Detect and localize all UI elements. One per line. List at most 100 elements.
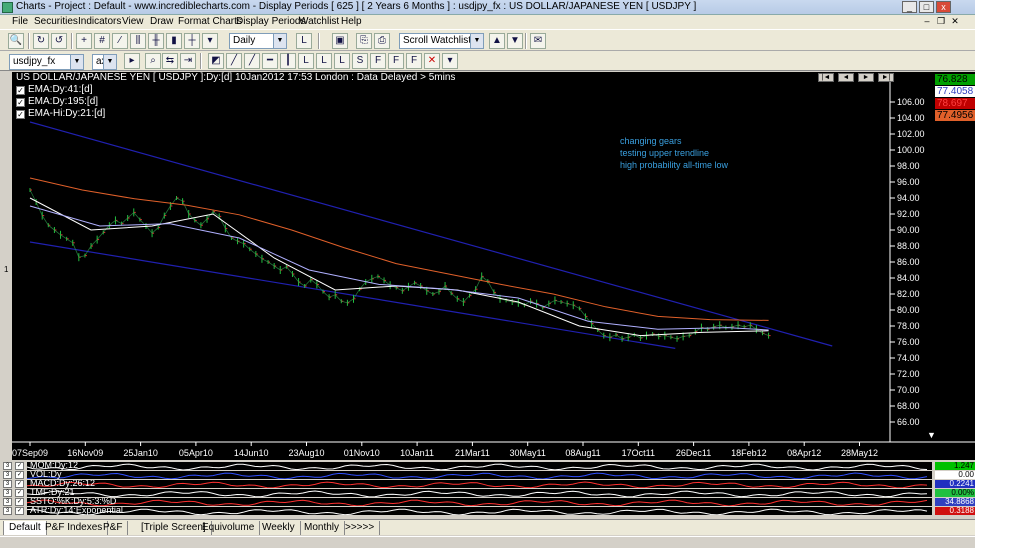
indicator-panel[interactable]: VOL:Dy bbox=[27, 471, 932, 479]
log-scale-icon[interactable]: L bbox=[296, 33, 312, 49]
crosshair-icon[interactable]: + bbox=[76, 33, 92, 49]
menu-help[interactable]: Help bbox=[341, 16, 362, 27]
indicator-row[interactable]: 3 ✓ TMF:Dy:21 0.00% bbox=[0, 489, 975, 497]
delete-drawing-icon[interactable]: ✕ bbox=[424, 53, 440, 69]
legend-ema-hi-21[interactable]: ✓ EMA-Hi:Dy:21:[d] bbox=[16, 108, 105, 119]
print-icon[interactable]: ⎙ bbox=[374, 33, 390, 49]
indicator-panel[interactable]: SSTO:%K:Dy:5:3:%D bbox=[27, 498, 932, 506]
series-line-3 bbox=[29, 177, 769, 321]
more-chart-types-icon[interactable]: ▾ bbox=[202, 33, 218, 49]
maximize-button[interactable]: □ bbox=[919, 1, 934, 13]
line-chart-icon[interactable]: ⁄ bbox=[112, 33, 128, 49]
tab-weekly[interactable]: Weekly bbox=[257, 521, 301, 535]
menu-display-periods[interactable]: Display Periods bbox=[236, 16, 305, 27]
indicator-toggle-icon[interactable]: 3 bbox=[3, 480, 12, 488]
indicator-toggle-icon[interactable]: 3 bbox=[3, 462, 12, 470]
page-icon[interactable]: ▣ bbox=[332, 33, 348, 49]
ohlc-chart-icon[interactable]: ╫ bbox=[148, 33, 164, 49]
regression-channel-icon[interactable]: L bbox=[334, 53, 350, 69]
indicator-toggle-icon[interactable]: 3 bbox=[3, 507, 12, 515]
horizontal-line-icon[interactable]: ━ bbox=[262, 53, 278, 69]
indicator-toggle-icon[interactable]: 3 bbox=[3, 489, 12, 497]
export-icon[interactable]: ⎘ bbox=[356, 33, 372, 49]
tab-equivolume[interactable]: Equivolume bbox=[197, 521, 261, 535]
symbol-input[interactable]: usdjpy_fx ▼ bbox=[9, 54, 84, 70]
exchange-select[interactable]: ax ▼ bbox=[92, 54, 117, 70]
checkbox-icon[interactable]: ✓ bbox=[16, 110, 25, 119]
mdi-close-icon[interactable]: ✕ bbox=[950, 17, 960, 27]
scroll-icon[interactable]: ⇆ bbox=[162, 53, 178, 69]
indicator-panel[interactable]: MOM:Dy:12 bbox=[27, 462, 932, 470]
indicator-toggle-icon[interactable]: 3 bbox=[3, 471, 12, 479]
indicator-panel[interactable]: ATR:Dy:14:Exponential bbox=[27, 507, 932, 515]
fibonacci-arcs-icon[interactable]: F bbox=[406, 53, 422, 69]
indicator-row[interactable]: 3 ✓ VOL:Dy 0.00 bbox=[0, 471, 975, 479]
binoculars-icon[interactable]: ⌕ bbox=[145, 53, 161, 69]
minimize-button[interactable]: _ bbox=[902, 1, 917, 13]
nav-last-button[interactable]: ►| bbox=[878, 73, 894, 82]
legend-ema-195[interactable]: ✓ EMA:Dy:195:[d] bbox=[16, 96, 98, 107]
select-tool-icon[interactable]: ◩ bbox=[208, 53, 224, 69]
mdi-minimize-icon[interactable]: – bbox=[922, 17, 932, 27]
speed-lines-icon[interactable]: S bbox=[352, 53, 368, 69]
arrow-up-icon[interactable]: ▲ bbox=[489, 33, 505, 49]
indicator-row[interactable]: 3 ✓ ATR:Dy:14:Exponential 0.3188 bbox=[0, 507, 975, 515]
nav-first-button[interactable]: |◄ bbox=[818, 73, 834, 82]
indicator-row[interactable]: 3 ✓ MACD:Dy:26:12 0.2241 bbox=[0, 480, 975, 488]
tab-monthly[interactable]: Monthly bbox=[299, 521, 346, 535]
checkbox-icon[interactable]: ✓ bbox=[16, 86, 25, 95]
mail-icon[interactable]: ✉ bbox=[530, 33, 546, 49]
tab-p-f[interactable]: P&F bbox=[98, 521, 129, 535]
nav-next-button[interactable]: ► bbox=[858, 73, 874, 82]
menu-view[interactable]: View bbox=[122, 16, 144, 27]
reload-icon[interactable]: ↺ bbox=[51, 33, 67, 49]
legend-ema-41[interactable]: ✓ EMA:Dy:41:[d] bbox=[16, 84, 92, 95]
y-tick-label: 82.00 bbox=[897, 289, 920, 299]
price-chart[interactable]: 106.00 104.00 102.00 100.00 98.00 96.00 94.00 9… bbox=[12, 72, 975, 460]
close-button[interactable]: x bbox=[936, 1, 951, 13]
tab-more[interactable]: >>>>> bbox=[340, 521, 381, 535]
scroll-end-icon[interactable]: ⇥ bbox=[180, 53, 196, 69]
indicator-panel[interactable]: TMF:Dy:21 bbox=[27, 489, 932, 497]
indicator-toggle-icon[interactable]: 3 bbox=[3, 498, 12, 506]
indicator-row[interactable]: 3 ✓ MOM:Dy:12 1.247 bbox=[0, 462, 975, 470]
channel-tool-icon[interactable]: L bbox=[298, 53, 314, 69]
menu-watchlist[interactable]: Watchlist bbox=[299, 16, 339, 27]
menu-draw[interactable]: Draw bbox=[150, 16, 173, 27]
checkbox-icon[interactable]: ✓ bbox=[15, 498, 24, 506]
fibonacci-fan-icon[interactable]: F bbox=[370, 53, 386, 69]
checkbox-icon[interactable]: ✓ bbox=[15, 471, 24, 479]
menu-indicators[interactable]: Indicators bbox=[78, 16, 121, 27]
candlestick-icon[interactable]: ▮ bbox=[166, 33, 182, 49]
right-arrow-icon[interactable]: ▸ bbox=[124, 53, 140, 69]
vertical-line-icon[interactable]: ┃ bbox=[280, 53, 296, 69]
trendline-tool-icon[interactable]: ╱ bbox=[226, 53, 242, 69]
indicator-panel[interactable]: MACD:Dy:26:12 bbox=[27, 480, 932, 488]
menu-securities[interactable]: Securities bbox=[34, 16, 78, 27]
menu-format-charts[interactable]: Format Charts bbox=[178, 16, 242, 27]
period-select[interactable]: Daily ▼ bbox=[229, 33, 287, 49]
indicator-row[interactable]: 3 ✓ SSTO:%K:Dy:5:3:%D 34.8868 bbox=[0, 498, 975, 506]
arrow-down-icon[interactable]: ▼ bbox=[507, 33, 523, 49]
checkbox-icon[interactable]: ✓ bbox=[15, 507, 24, 515]
dropdown-icon[interactable]: ▾ bbox=[442, 53, 458, 69]
price-chart-pane[interactable]: 106.00 104.00 102.00 100.00 98.00 96.00 94.00 9… bbox=[12, 72, 975, 460]
checkbox-icon[interactable]: ✓ bbox=[16, 98, 25, 107]
mdi-restore-icon[interactable]: ❐ bbox=[936, 17, 946, 27]
bar-chart-icon[interactable]: ⫼ bbox=[130, 33, 146, 49]
watchlist-select[interactable]: Scroll Watchlist ▼ bbox=[399, 33, 484, 49]
refresh-icon[interactable]: ↻ bbox=[33, 33, 49, 49]
checkbox-icon[interactable]: ✓ bbox=[15, 480, 24, 488]
nav-prev-button[interactable]: ◄ bbox=[838, 73, 854, 82]
checkbox-icon[interactable]: ✓ bbox=[15, 462, 24, 470]
grid-icon[interactable]: # bbox=[94, 33, 110, 49]
line-tool-icon[interactable]: ╱ bbox=[244, 53, 260, 69]
zoom-icon[interactable]: 🔍 bbox=[8, 33, 24, 49]
checkbox-icon[interactable]: ✓ bbox=[15, 489, 24, 497]
y-tick-label: 66.00 bbox=[897, 417, 920, 427]
fibonacci-retracement-icon[interactable]: F bbox=[388, 53, 404, 69]
hlc-chart-icon[interactable]: ┼ bbox=[184, 33, 200, 49]
linear-regression-icon[interactable]: L bbox=[316, 53, 332, 69]
x-tick-label: 01Nov10 bbox=[344, 448, 380, 458]
menu-file[interactable]: File bbox=[12, 16, 28, 27]
